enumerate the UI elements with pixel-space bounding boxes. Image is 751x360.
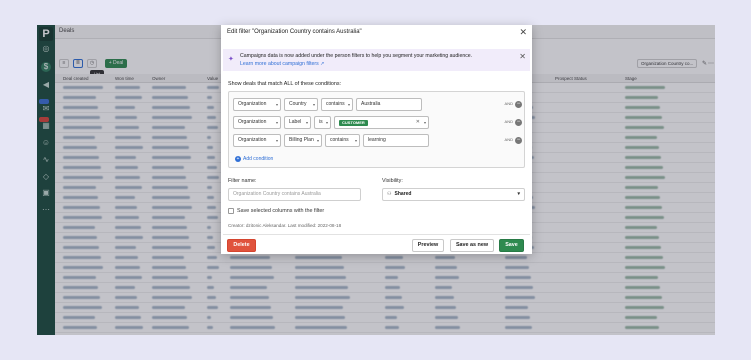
filter-name-label: Filter name:: [228, 178, 257, 184]
operator-select[interactable]: is ▾: [314, 116, 331, 129]
save-as-new-button[interactable]: Save as new: [450, 239, 494, 252]
operator-select[interactable]: contains ▾: [321, 98, 353, 111]
clear-icon[interactable]: ✕: [416, 117, 420, 128]
value-select[interactable]: CUSTOMER ✕ ▾: [334, 116, 429, 129]
and-label: AND: [504, 119, 513, 124]
chevron-down-icon: ▾: [423, 120, 426, 125]
filter-name-input[interactable]: Organization Country contains Australia: [228, 188, 361, 201]
delete-button[interactable]: Delete: [227, 239, 256, 252]
condition-row: Organization ▾ Label ▾ is ▾ CUSTOMER ✕ ▾ AN…: [233, 116, 523, 129]
users-icon: ⚇: [387, 191, 392, 197]
field-select[interactable]: Label ▾: [284, 116, 311, 129]
banner-link[interactable]: Learn more about campaign filters ↗: [240, 61, 325, 67]
remove-condition-icon[interactable]: −: [515, 101, 522, 108]
add-condition-button[interactable]: + Add condition: [235, 156, 273, 162]
value-input[interactable]: Australia: [356, 98, 422, 111]
banner-text: Campaigns data is now added under the pe…: [240, 53, 473, 59]
preview-button[interactable]: Preview: [412, 239, 444, 252]
condition-row: Organization ▾ Billing Plan ▾ contains ▾ le…: [233, 134, 523, 147]
customer-label-tag: CUSTOMER: [339, 120, 368, 126]
entity-select[interactable]: Organization ▾: [233, 134, 281, 147]
dialog-title: Edit filter "Organization Country contai…: [227, 29, 362, 35]
remove-condition-icon[interactable]: −: [515, 137, 522, 144]
condition-row: Organization ▾ Country ▾ contains ▾ Austral…: [233, 98, 523, 111]
save-button[interactable]: Save: [499, 239, 524, 252]
conditions-heading: Show deals that match ALL of these condi…: [228, 81, 342, 87]
value-input[interactable]: learning: [363, 134, 429, 147]
entity-select[interactable]: Organization ▾: [233, 98, 281, 111]
remove-condition-icon[interactable]: −: [515, 119, 522, 126]
filter-meta: Creator: dzitonic Aleksandar. Last modif…: [228, 223, 342, 228]
banner-close-icon[interactable]: ✕: [519, 52, 526, 61]
field-select[interactable]: Billing Plan ▾: [284, 134, 322, 147]
and-label: AND: [504, 101, 513, 106]
operator-select[interactable]: contains ▾: [325, 134, 360, 147]
megaphone-icon: ✦: [228, 56, 234, 63]
footer-divider: [223, 234, 530, 235]
save-columns-label: Save selected columns with the filter: [237, 208, 325, 214]
visibility-select[interactable]: ⚇ Shared ▾: [382, 188, 525, 201]
entity-select[interactable]: Organization ▾: [233, 116, 281, 129]
visibility-label: Visibility:: [382, 178, 403, 184]
info-banner: ✦ Campaigns data is now added under the …: [223, 49, 530, 71]
close-icon[interactable]: ✕: [519, 27, 527, 38]
field-select[interactable]: Country ▾: [284, 98, 318, 111]
save-columns-checkbox[interactable]: [228, 208, 234, 214]
chevron-down-icon: ▾: [517, 191, 520, 197]
conditions-box: Organization ▾ Country ▾ contains ▾ Austral…: [228, 91, 525, 168]
edit-filter-dialog: Edit filter "Organization Country contai…: [221, 25, 532, 254]
and-label: AND: [504, 137, 513, 142]
